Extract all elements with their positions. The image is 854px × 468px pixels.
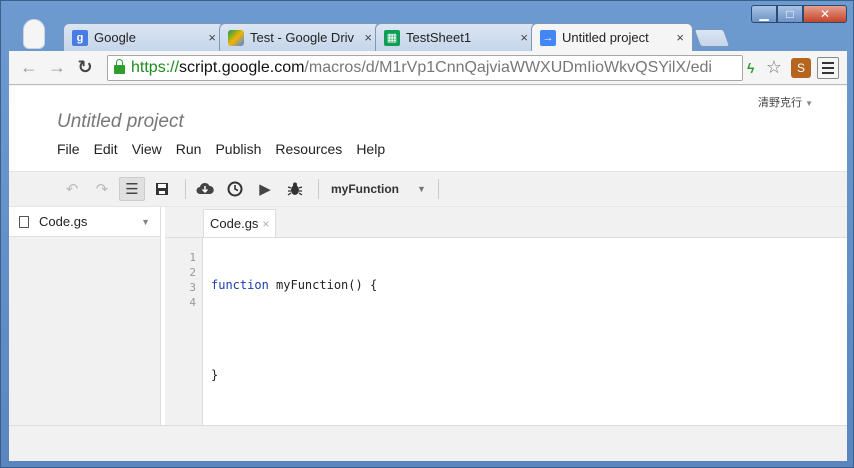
code-text: myFunction() {	[268, 278, 378, 292]
apps-script-favicon-icon: →	[540, 29, 556, 46]
menu-edit[interactable]: Edit	[94, 141, 118, 157]
chevron-down-icon[interactable]: ▼	[141, 217, 150, 227]
line-number: 1	[189, 251, 196, 264]
window-controls: ▁ □ ✕	[751, 5, 847, 23]
file-sidebar: Code.gs ▼	[9, 207, 161, 425]
browser-window: ▁ □ ✕ g Google × Test - Google Driv × ▦ …	[0, 0, 854, 468]
project-title[interactable]: Untitled project	[57, 111, 184, 133]
new-tab-button[interactable]	[693, 29, 731, 47]
browser-content: ← → ↻ https:// script.google.com /macros…	[9, 51, 847, 461]
line-number: 4	[189, 296, 196, 309]
menu-run[interactable]: Run	[176, 141, 202, 157]
tab-title: Google	[94, 30, 136, 45]
editor-toolbar: ↶ ↷ ☰ ▶ myFunction ▼	[9, 171, 847, 207]
tab-sheets[interactable]: ▦ TestSheet1 ×	[375, 23, 537, 51]
menu-file[interactable]: File	[57, 141, 80, 157]
back-button[interactable]: ←	[17, 56, 41, 80]
apps-script-editor: 清野克行 ▼ Untitled project File Edit View R…	[9, 86, 847, 461]
close-window-button[interactable]: ✕	[803, 5, 847, 23]
google-favicon-icon: g	[72, 29, 88, 46]
redo-icon[interactable]: ↷	[89, 177, 115, 201]
tab-google[interactable]: g Google ×	[63, 23, 225, 51]
tab-strip: g Google × Test - Google Driv × ▦ TestSh…	[63, 23, 731, 51]
profile-avatar[interactable]	[23, 19, 45, 49]
indent-icon[interactable]: ☰	[119, 177, 145, 201]
tab-code-gs[interactable]: Code.gs ×	[203, 209, 277, 237]
debug-bug-icon[interactable]	[282, 177, 308, 201]
sheets-favicon-icon: ▦	[384, 29, 400, 46]
reload-button[interactable]: ↻	[73, 56, 97, 80]
menu-publish[interactable]: Publish	[215, 141, 261, 157]
lock-icon	[114, 59, 125, 74]
deploy-cloud-icon[interactable]	[192, 177, 218, 201]
extension-icon[interactable]: S	[791, 57, 811, 78]
url-scheme: https://	[131, 58, 180, 76]
tab-drive[interactable]: Test - Google Driv ×	[219, 23, 381, 51]
function-select[interactable]: myFunction ▼	[325, 182, 432, 196]
close-tab-icon[interactable]: ×	[364, 30, 372, 45]
browser-toolbar: ← → ↻ https:// script.google.com /macros…	[9, 51, 847, 85]
code-keyword: function	[211, 278, 269, 292]
bookmark-star-icon[interactable]: ☆	[763, 57, 785, 78]
tab-label: Code.gs	[210, 216, 259, 231]
tab-title: Test - Google Driv	[250, 30, 355, 45]
user-name: 清野克行	[758, 97, 803, 109]
browser-menu-icon[interactable]	[817, 56, 839, 79]
line-number: 2	[189, 266, 196, 279]
tab-title: TestSheet1	[406, 30, 472, 45]
triggers-clock-icon[interactable]	[222, 177, 248, 201]
code-line: }	[211, 368, 377, 383]
line-number-gutter: 1 2 3 4	[165, 238, 203, 426]
url-path: /macros/d/M1rVp1CnnQajviaWWXUDmIioWkvQSY…	[304, 58, 712, 76]
tab-title: Untitled project	[562, 30, 649, 45]
url-host: script.google.com	[179, 58, 305, 76]
menu-help[interactable]: Help	[356, 141, 385, 157]
close-tab-icon[interactable]: ×	[676, 30, 684, 45]
save-icon[interactable]	[149, 177, 175, 201]
forward-button[interactable]: →	[45, 56, 69, 80]
code-editor[interactable]: 1 2 3 4 function myFunction() { ​ } ​	[165, 237, 847, 426]
toolbar-divider	[437, 179, 439, 199]
user-account-menu[interactable]: 清野克行 ▼	[758, 94, 813, 110]
status-bar	[9, 425, 847, 461]
document-icon	[19, 215, 29, 228]
line-number: 3	[189, 281, 196, 294]
code-text: }	[211, 368, 219, 382]
file-item-code-gs[interactable]: Code.gs ▼	[9, 207, 160, 237]
file-name: Code.gs	[39, 214, 88, 229]
menu-view[interactable]: View	[132, 141, 162, 157]
run-play-icon[interactable]: ▶	[252, 177, 278, 201]
address-bar[interactable]: https:// script.google.com /macros/d/M1r…	[107, 54, 743, 81]
function-select-value: myFunction	[331, 182, 399, 196]
undo-icon[interactable]: ↶	[59, 177, 85, 201]
code-line: function myFunction() {	[211, 278, 377, 293]
chevron-down-icon: ▼	[805, 99, 813, 108]
drive-favicon-icon	[228, 29, 244, 46]
code-line: ​	[211, 323, 377, 338]
close-tab-icon[interactable]: ×	[208, 30, 216, 45]
lightning-extension-icon[interactable]: ϟ	[747, 60, 763, 76]
close-tab-icon[interactable]: ×	[520, 30, 528, 45]
tab-untitled-project[interactable]: → Untitled project ×	[531, 23, 693, 51]
minimize-button[interactable]: ▁	[751, 5, 777, 23]
menu-resources[interactable]: Resources	[275, 141, 342, 157]
toolbar-divider	[318, 179, 319, 199]
close-tab-icon[interactable]: ×	[262, 217, 269, 231]
code-area: Code.gs × 1 2 3 4 function myFunction() …	[165, 207, 847, 426]
menu-bar: File Edit View Run Publish Resources Hel…	[57, 141, 399, 157]
chevron-down-icon: ▼	[417, 184, 426, 194]
maximize-button[interactable]: □	[777, 5, 803, 23]
toolbar-divider	[185, 179, 186, 199]
